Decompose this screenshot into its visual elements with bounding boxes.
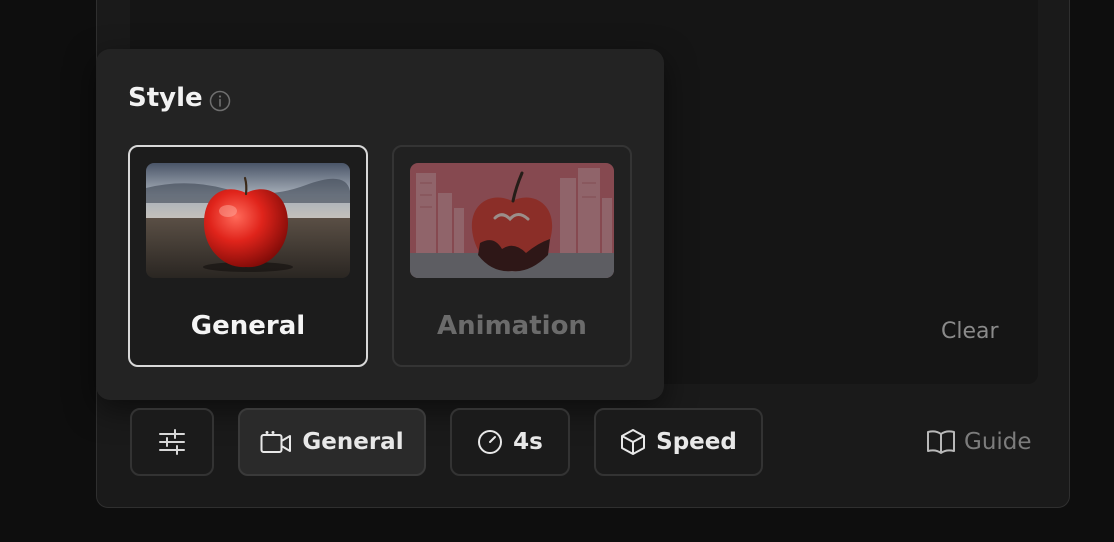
clear-button[interactable]: Clear [941, 319, 999, 344]
timer-icon [478, 430, 503, 454]
duration-label: 4s [513, 429, 543, 455]
settings-button[interactable] [130, 408, 214, 476]
guide-label: Guide [964, 429, 1032, 455]
mode-selector-button[interactable]: General [238, 408, 426, 476]
cube-icon [621, 429, 646, 455]
duration-button[interactable]: 4s [450, 408, 570, 476]
style-option-animation[interactable]: Animation [392, 145, 632, 367]
sliders-icon [159, 429, 185, 455]
general-thumbnail [146, 163, 350, 278]
style-option-animation-label: Animation [437, 311, 587, 341]
mode-label: General [302, 429, 404, 455]
animation-thumbnail [410, 163, 614, 278]
style-option-general-label: General [190, 311, 306, 341]
speed-button[interactable]: Speed [594, 408, 763, 476]
guide-link[interactable]: Guide [926, 424, 1032, 460]
style-option-general[interactable]: General [128, 145, 368, 367]
style-popup: Style General Animation [96, 49, 664, 400]
speed-label: Speed [656, 429, 737, 455]
info-icon[interactable] [209, 90, 231, 112]
book-icon [927, 430, 955, 454]
video-camera-icon [260, 431, 292, 453]
style-popup-title: Style [128, 83, 203, 113]
